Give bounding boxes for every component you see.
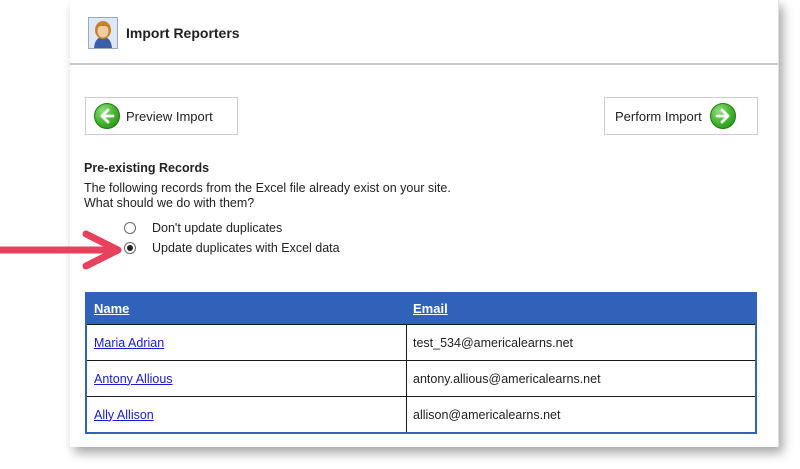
description-line-1: The following records from the Excel fil… [84, 181, 451, 195]
import-panel: Import Reporters Preview Import Perform … [70, 0, 779, 447]
record-email: antony.allious@americalearns.net [413, 371, 601, 386]
header-divider [70, 63, 778, 65]
records-table: Name Email Maria Adrian test_534@america… [85, 292, 757, 434]
record-name-link[interactable]: Maria Adrian [94, 336, 164, 350]
table-row: Maria Adrian test_534@americalearns.net [87, 324, 755, 360]
section-title: Pre-existing Records [84, 161, 210, 175]
table-row: Antony Allious antony.allious@americalea… [87, 360, 755, 396]
perform-import-label: Perform Import [615, 108, 702, 124]
page-title: Import Reporters [126, 25, 240, 41]
preview-import-label: Preview Import [126, 108, 213, 124]
section-description: The following records from the Excel fil… [84, 181, 564, 211]
record-email: allison@americalearns.net [413, 407, 561, 422]
column-header-email[interactable]: Email [413, 301, 448, 316]
option-update-duplicates-label: Update duplicates with Excel data [152, 241, 340, 255]
user-avatar-icon [88, 17, 118, 49]
option-dont-update-label: Don't update duplicates [152, 221, 283, 235]
description-line-2: What should we do with them? [84, 196, 255, 210]
radio-update-duplicates[interactable] [124, 242, 136, 254]
radio-dont-update[interactable] [124, 222, 136, 234]
arrow-left-icon [94, 103, 120, 129]
perform-import-button[interactable]: Perform Import [604, 97, 758, 135]
option-update-duplicates[interactable]: Update duplicates with Excel data [124, 241, 340, 255]
arrow-right-icon [709, 103, 736, 129]
preview-import-button[interactable]: Preview Import [85, 97, 238, 135]
column-header-name[interactable]: Name [94, 301, 129, 316]
record-name-link[interactable]: Ally Allison [94, 408, 154, 422]
table-row: Ally Allison allison@americalearns.net [87, 396, 755, 432]
record-name-link[interactable]: Antony Allious [94, 372, 173, 386]
option-dont-update[interactable]: Don't update duplicates [124, 221, 282, 235]
page-header: Import Reporters [88, 15, 240, 51]
annotation-arrow-icon [0, 230, 122, 270]
record-email: test_534@americalearns.net [413, 335, 573, 350]
table-header: Name Email [87, 294, 755, 324]
